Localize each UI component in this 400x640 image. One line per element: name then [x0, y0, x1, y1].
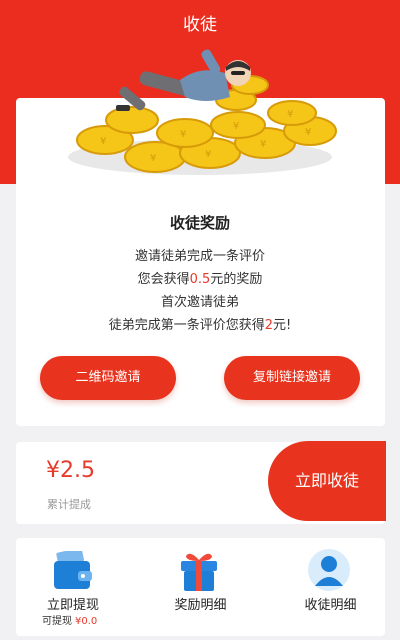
- earnings-amount: ¥2.5: [46, 458, 95, 483]
- reward-rules: 邀请徒弟完成一条评价 您会获得0.5元的奖励 首次邀请徒弟 徒弟完成第一条评价您…: [0, 245, 400, 337]
- coins-illustration: ¥ ¥ ¥ ¥ ¥ ¥ ¥ ¥: [68, 49, 337, 175]
- user-icon[interactable]: [306, 548, 352, 591]
- svg-text:¥: ¥: [233, 121, 239, 132]
- qr-invite-button[interactable]: 二维码邀请: [40, 356, 176, 400]
- withdraw-label[interactable]: 立即提现: [38, 594, 108, 613]
- withdrawable-value: ¥0.0: [75, 616, 98, 627]
- svg-text:¥: ¥: [305, 127, 311, 138]
- recruit-now-button[interactable]: 立即收徒: [268, 441, 386, 521]
- gift-icon[interactable]: [176, 550, 222, 592]
- rule-line-1: 邀请徒弟完成一条评价: [134, 249, 265, 264]
- rule-line-2: 您会获得0.5元的奖励: [137, 272, 263, 287]
- reward-title: 收徒奖励: [169, 214, 230, 232]
- first-reward-amount: 2: [264, 318, 274, 333]
- reward-amount: 0.5: [189, 272, 211, 287]
- svg-text:¥: ¥: [260, 139, 266, 150]
- svg-text:¥: ¥: [205, 149, 211, 160]
- wallet-icon[interactable]: [50, 547, 96, 593]
- page-title: 收徒: [183, 15, 217, 35]
- rule-line-4: 徒弟完成第一条评价您获得2元!: [108, 318, 292, 333]
- earnings-label: 累计提成: [47, 498, 91, 511]
- svg-text:¥: ¥: [180, 129, 186, 140]
- top-bar: 收徒: [0, 0, 400, 44]
- rule-line-3: 首次邀请徒弟: [160, 295, 239, 310]
- svg-text:¥: ¥: [100, 136, 106, 147]
- withdrawable-info: 可提现 ¥0.0: [42, 616, 98, 627]
- svg-text:¥: ¥: [287, 109, 293, 120]
- copy-link-invite-button[interactable]: 复制链接邀请: [224, 356, 360, 400]
- reward-detail-label[interactable]: 奖励明细: [163, 594, 238, 613]
- svg-text:¥: ¥: [150, 153, 156, 164]
- apprentice-detail-label[interactable]: 收徒明细: [293, 594, 368, 613]
